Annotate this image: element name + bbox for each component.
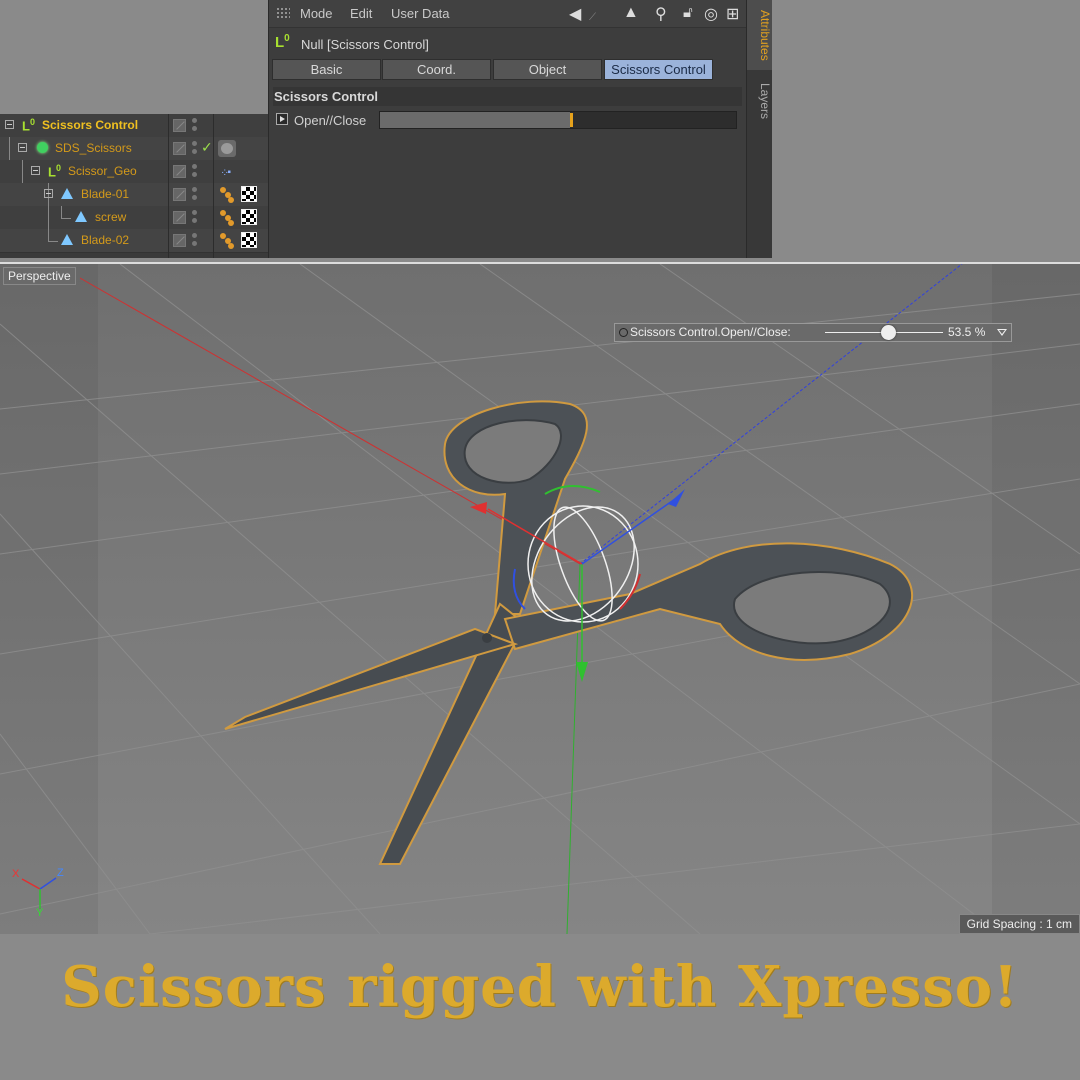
phong-tag-icon[interactable]: [220, 187, 234, 203]
collapse-icon[interactable]: [5, 120, 14, 129]
xpresso-tag-icon[interactable]: ·:·▪: [221, 167, 231, 178]
param-label: Open//Close: [294, 113, 367, 128]
axis-label-y: Y: [36, 907, 44, 919]
layer-icon[interactable]: [173, 211, 186, 224]
axis-label-x: X: [12, 868, 20, 880]
material-tag-icon[interactable]: [241, 232, 257, 248]
subdivision-surface-icon: [37, 142, 48, 153]
visibility-dots-icon[interactable]: [192, 141, 197, 155]
section-header: Scissors Control: [273, 87, 742, 106]
object-row-screw[interactable]: screw: [0, 206, 268, 230]
chevron-down-icon[interactable]: [997, 329, 1007, 336]
side-tab-layers[interactable]: Layers: [747, 74, 772, 128]
attributes-manager: Mode Edit User Data ◀ ⟋ ▲ ⚲ 🔓︎ ◎ ⊞ L0 Nu…: [268, 0, 747, 258]
caption-title: Scissors rigged with Xpresso!: [61, 954, 1019, 1020]
menu-user-data[interactable]: User Data: [391, 6, 450, 21]
object-row-scissor-geo[interactable]: L0 Scissor_Geo ·:·▪: [0, 160, 268, 184]
side-tab-attributes[interactable]: Attributes: [747, 0, 772, 70]
tab-object[interactable]: Object: [493, 59, 602, 80]
tab-basic[interactable]: Basic: [272, 59, 381, 80]
phong-tag-icon[interactable]: [220, 210, 234, 226]
search-icon[interactable]: ⚲: [655, 4, 667, 24]
polygon-object-icon: [61, 188, 73, 199]
hud-slider-knob[interactable]: [881, 325, 897, 340]
null-icon: L0: [22, 117, 35, 134]
object-name: screw: [95, 210, 127, 224]
layer-icon[interactable]: [173, 234, 186, 247]
layer-icon[interactable]: [173, 142, 186, 155]
polygon-object-icon: [75, 211, 87, 222]
viewport-label[interactable]: Perspective: [3, 267, 76, 285]
object-row-scissors-control[interactable]: L0 Scissors Control: [0, 114, 268, 138]
sds-tag-icon[interactable]: [218, 140, 236, 157]
attributes-menu-bar: Mode Edit User Data ◀ ⟋ ▲ ⚲ 🔓︎ ◎ ⊞: [269, 0, 747, 28]
object-name: Scissors Control: [42, 118, 139, 132]
tab-scissors-control[interactable]: Scissors Control: [604, 59, 713, 80]
tab-coord[interactable]: Coord.: [382, 59, 491, 80]
lock-icon[interactable]: 🔓︎: [683, 4, 693, 21]
object-row-blade-01[interactable]: Blade-01: [0, 183, 268, 207]
grid-spacing-label: Grid Spacing : 1 cm: [958, 914, 1080, 934]
perspective-viewport[interactable]: Perspective Scissors Control.Open//Close…: [0, 262, 1080, 934]
layer-icon[interactable]: [173, 188, 186, 201]
object-name: Scissor_Geo: [68, 164, 137, 178]
back-arrow-icon[interactable]: ◀: [569, 4, 581, 24]
menu-edit[interactable]: Edit: [350, 6, 372, 21]
grip-icon[interactable]: [276, 7, 290, 20]
history-line-icon[interactable]: ⟋: [589, 12, 596, 23]
target-icon[interactable]: ◎: [704, 4, 718, 24]
slider-fill: [380, 112, 571, 128]
hud-value[interactable]: 53.5 %: [948, 325, 985, 339]
layer-icon[interactable]: [173, 119, 186, 132]
visibility-dots-icon[interactable]: [192, 164, 197, 178]
collapse-icon[interactable]: [31, 166, 40, 175]
object-name: Blade-01: [81, 187, 130, 201]
up-arrow-icon[interactable]: ▲: [623, 4, 639, 22]
column-divider: [213, 114, 214, 258]
hud-slider-panel[interactable]: Scissors Control.Open//Close: 53.5 %: [614, 323, 1012, 342]
hud-slider-track[interactable]: [825, 325, 943, 340]
collapse-icon[interactable]: [44, 189, 53, 198]
visibility-dots-icon[interactable]: [192, 210, 197, 224]
material-tag-icon[interactable]: [241, 186, 257, 202]
viewport-scene: [0, 264, 1080, 934]
hud-label: Scissors Control.Open//Close:: [630, 325, 791, 339]
enabled-check-icon[interactable]: ✓: [201, 139, 213, 156]
collapse-icon[interactable]: [18, 143, 27, 152]
axis-label-z: Z: [57, 867, 64, 879]
material-tag-icon[interactable]: [241, 209, 257, 225]
visibility-dots-icon[interactable]: [192, 233, 197, 247]
polygon-object-icon: [61, 234, 73, 245]
side-tabs: Attributes Layers: [746, 0, 772, 258]
object-title: Null [Scissors Control]: [301, 37, 429, 52]
null-icon: L0: [48, 163, 61, 180]
new-window-icon[interactable]: ⊞: [726, 4, 739, 24]
hud-animate-icon[interactable]: [619, 328, 628, 337]
object-manager: L0 Scissors Control SDS_Scissors ✓ L0 Sc…: [0, 114, 268, 258]
object-name: Blade-02: [81, 233, 130, 247]
column-divider: [168, 114, 169, 258]
menu-mode[interactable]: Mode: [300, 6, 333, 21]
slider-marker[interactable]: [570, 113, 574, 127]
layer-icon[interactable]: [173, 165, 186, 178]
open-close-slider[interactable]: [379, 111, 737, 129]
phong-tag-icon[interactable]: [220, 233, 234, 249]
visibility-dots-icon[interactable]: [192, 118, 197, 132]
null-icon: L0: [275, 33, 290, 51]
object-row-sds-scissors[interactable]: SDS_Scissors ✓: [0, 137, 268, 161]
object-row-blade-02[interactable]: Blade-02: [0, 229, 268, 253]
visibility-dots-icon[interactable]: [192, 187, 197, 201]
animate-toggle-icon[interactable]: [276, 113, 288, 125]
object-name: SDS_Scissors: [55, 141, 132, 155]
